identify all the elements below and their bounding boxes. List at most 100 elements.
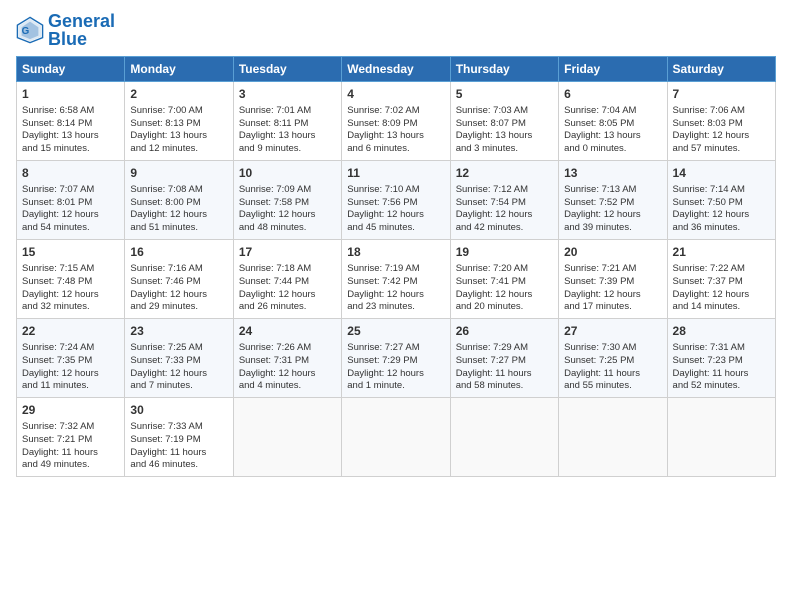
day-number: 12 bbox=[456, 165, 553, 182]
calendar-cell bbox=[450, 398, 558, 477]
calendar-cell: 14 Sunrise: 7:14 AMSunset: 7:50 PMDayligh… bbox=[667, 161, 775, 240]
calendar-cell: 8 Sunrise: 7:07 AMSunset: 8:01 PMDaylight… bbox=[17, 161, 125, 240]
day-number: 6 bbox=[564, 86, 661, 103]
day-number: 3 bbox=[239, 86, 336, 103]
cell-content: Sunrise: 7:32 AMSunset: 7:21 PMDaylight:… bbox=[22, 421, 119, 472]
cell-content: Sunrise: 6:58 AMSunset: 8:14 PMDaylight:… bbox=[22, 105, 119, 156]
calendar-cell: 12Sunrise: 7:12 AMSunset: 7:54 PMDayligh… bbox=[450, 161, 558, 240]
cell-content: Sunrise: 7:33 AMSunset: 7:19 PMDaylight:… bbox=[130, 421, 227, 472]
calendar-table: SundayMondayTuesdayWednesdayThursdayFrid… bbox=[16, 56, 776, 477]
cell-content: Sunrise: 7:00 AMSunset: 8:13 PMDaylight:… bbox=[130, 105, 227, 156]
day-number: 23 bbox=[130, 323, 227, 340]
cell-content: Sunrise: 7:14 AMSunset: 7:50 PMDaylight:… bbox=[673, 184, 770, 235]
calendar-cell: 24 Sunrise: 7:26 AMSunset: 7:31 PMDayligh… bbox=[233, 319, 341, 398]
col-header-monday: Monday bbox=[125, 57, 233, 82]
cell-content: Sunrise: 7:31 AMSunset: 7:23 PMDaylight:… bbox=[673, 342, 770, 393]
day-number: 7 bbox=[673, 86, 770, 103]
calendar-cell: 28 Sunrise: 7:31 AMSunset: 7:23 PMDayligh… bbox=[667, 319, 775, 398]
day-number: 8 bbox=[22, 165, 119, 182]
cell-content: Sunrise: 7:24 AMSunset: 7:35 PMDaylight:… bbox=[22, 342, 119, 393]
calendar-cell: 4Sunrise: 7:02 AMSunset: 8:09 PMDaylight… bbox=[342, 82, 450, 161]
calendar-cell: 3 Sunrise: 7:01 AMSunset: 8:11 PMDaylight… bbox=[233, 82, 341, 161]
calendar-cell: 25 Sunrise: 7:27 AMSunset: 7:29 PMDayligh… bbox=[342, 319, 450, 398]
cell-content: Sunrise: 7:30 AMSunset: 7:25 PMDaylight:… bbox=[564, 342, 661, 393]
cell-content: Sunrise: 7:26 AMSunset: 7:31 PMDaylight:… bbox=[239, 342, 336, 393]
logo-text: GeneralBlue bbox=[48, 12, 115, 48]
calendar-cell: 29 Sunrise: 7:32 AMSunset: 7:21 PMDayligh… bbox=[17, 398, 125, 477]
cell-content: Sunrise: 7:10 AMSunset: 7:56 PMDaylight:… bbox=[347, 184, 444, 235]
calendar-cell: 13Sunrise: 7:13 AMSunset: 7:52 PMDayligh… bbox=[559, 161, 667, 240]
cell-content: Sunrise: 7:06 AMSunset: 8:03 PMDaylight:… bbox=[673, 105, 770, 156]
day-number: 25 bbox=[347, 323, 444, 340]
day-number: 11 bbox=[347, 165, 444, 182]
cell-content: Sunrise: 7:01 AMSunset: 8:11 PMDaylight:… bbox=[239, 105, 336, 156]
cell-content: Sunrise: 7:18 AMSunset: 7:44 PMDaylight:… bbox=[239, 263, 336, 314]
cell-content: Sunrise: 7:20 AMSunset: 7:41 PMDaylight:… bbox=[456, 263, 553, 314]
day-number: 10 bbox=[239, 165, 336, 182]
cell-content: Sunrise: 7:03 AMSunset: 8:07 PMDaylight:… bbox=[456, 105, 553, 156]
cell-content: Sunrise: 7:15 AMSunset: 7:48 PMDaylight:… bbox=[22, 263, 119, 314]
calendar-week-4: 22 Sunrise: 7:24 AMSunset: 7:35 PMDayligh… bbox=[17, 319, 776, 398]
day-number: 29 bbox=[22, 402, 119, 419]
calendar-cell bbox=[342, 398, 450, 477]
cell-content: Sunrise: 7:09 AMSunset: 7:58 PMDaylight:… bbox=[239, 184, 336, 235]
calendar-cell: 9 Sunrise: 7:08 AMSunset: 8:00 PMDaylight… bbox=[125, 161, 233, 240]
col-header-saturday: Saturday bbox=[667, 57, 775, 82]
calendar-cell: 23 Sunrise: 7:25 AMSunset: 7:33 PMDayligh… bbox=[125, 319, 233, 398]
cell-content: Sunrise: 7:13 AMSunset: 7:52 PMDaylight:… bbox=[564, 184, 661, 235]
day-number: 19 bbox=[456, 244, 553, 261]
svg-text:G: G bbox=[22, 26, 30, 37]
day-number: 9 bbox=[130, 165, 227, 182]
day-number: 27 bbox=[564, 323, 661, 340]
col-header-wednesday: Wednesday bbox=[342, 57, 450, 82]
col-header-friday: Friday bbox=[559, 57, 667, 82]
cell-content: Sunrise: 7:27 AMSunset: 7:29 PMDaylight:… bbox=[347, 342, 444, 393]
day-number: 1 bbox=[22, 86, 119, 103]
day-number: 26 bbox=[456, 323, 553, 340]
col-header-sunday: Sunday bbox=[17, 57, 125, 82]
logo-icon: G bbox=[16, 16, 44, 44]
day-number: 28 bbox=[673, 323, 770, 340]
cell-content: Sunrise: 7:19 AMSunset: 7:42 PMDaylight:… bbox=[347, 263, 444, 314]
calendar-cell: 2 Sunrise: 7:00 AMSunset: 8:13 PMDaylight… bbox=[125, 82, 233, 161]
calendar-cell: 19 Sunrise: 7:20 AMSunset: 7:41 PMDayligh… bbox=[450, 240, 558, 319]
cell-content: Sunrise: 7:22 AMSunset: 7:37 PMDaylight:… bbox=[673, 263, 770, 314]
cell-content: Sunrise: 7:25 AMSunset: 7:33 PMDaylight:… bbox=[130, 342, 227, 393]
calendar-cell: 10 Sunrise: 7:09 AMSunset: 7:58 PMDayligh… bbox=[233, 161, 341, 240]
day-number: 17 bbox=[239, 244, 336, 261]
day-number: 24 bbox=[239, 323, 336, 340]
cell-content: Sunrise: 7:16 AMSunset: 7:46 PMDaylight:… bbox=[130, 263, 227, 314]
calendar-cell: 6 Sunrise: 7:04 AMSunset: 8:05 PMDaylight… bbox=[559, 82, 667, 161]
day-number: 30 bbox=[130, 402, 227, 419]
cell-content: Sunrise: 7:04 AMSunset: 8:05 PMDaylight:… bbox=[564, 105, 661, 156]
calendar-cell: 11 Sunrise: 7:10 AMSunset: 7:56 PMDayligh… bbox=[342, 161, 450, 240]
day-number: 18 bbox=[347, 244, 444, 261]
calendar-cell: 21 Sunrise: 7:22 AMSunset: 7:37 PMDayligh… bbox=[667, 240, 775, 319]
calendar-cell bbox=[559, 398, 667, 477]
page-header: G GeneralBlue bbox=[16, 12, 776, 48]
col-header-tuesday: Tuesday bbox=[233, 57, 341, 82]
calendar-cell: 1 Sunrise: 6:58 AMSunset: 8:14 PMDaylight… bbox=[17, 82, 125, 161]
calendar-cell: 30 Sunrise: 7:33 AMSunset: 7:19 PMDayligh… bbox=[125, 398, 233, 477]
calendar-cell: 7 Sunrise: 7:06 AMSunset: 8:03 PMDaylight… bbox=[667, 82, 775, 161]
day-number: 15 bbox=[22, 244, 119, 261]
calendar-cell: 22 Sunrise: 7:24 AMSunset: 7:35 PMDayligh… bbox=[17, 319, 125, 398]
calendar-week-3: 15 Sunrise: 7:15 AMSunset: 7:48 PMDayligh… bbox=[17, 240, 776, 319]
calendar-cell: 27 Sunrise: 7:30 AMSunset: 7:25 PMDayligh… bbox=[559, 319, 667, 398]
cell-content: Sunrise: 7:08 AMSunset: 8:00 PMDaylight:… bbox=[130, 184, 227, 235]
day-number: 5 bbox=[456, 86, 553, 103]
calendar-header-row: SundayMondayTuesdayWednesdayThursdayFrid… bbox=[17, 57, 776, 82]
day-number: 2 bbox=[130, 86, 227, 103]
day-number: 21 bbox=[673, 244, 770, 261]
calendar-week-2: 8 Sunrise: 7:07 AMSunset: 8:01 PMDaylight… bbox=[17, 161, 776, 240]
col-header-thursday: Thursday bbox=[450, 57, 558, 82]
cell-content: Sunrise: 7:29 AMSunset: 7:27 PMDaylight:… bbox=[456, 342, 553, 393]
calendar-week-1: 1 Sunrise: 6:58 AMSunset: 8:14 PMDaylight… bbox=[17, 82, 776, 161]
logo: G GeneralBlue bbox=[16, 12, 115, 48]
day-number: 4 bbox=[347, 86, 444, 103]
cell-content: Sunrise: 7:07 AMSunset: 8:01 PMDaylight:… bbox=[22, 184, 119, 235]
day-number: 22 bbox=[22, 323, 119, 340]
calendar-week-5: 29 Sunrise: 7:32 AMSunset: 7:21 PMDayligh… bbox=[17, 398, 776, 477]
day-number: 14 bbox=[673, 165, 770, 182]
day-number: 16 bbox=[130, 244, 227, 261]
